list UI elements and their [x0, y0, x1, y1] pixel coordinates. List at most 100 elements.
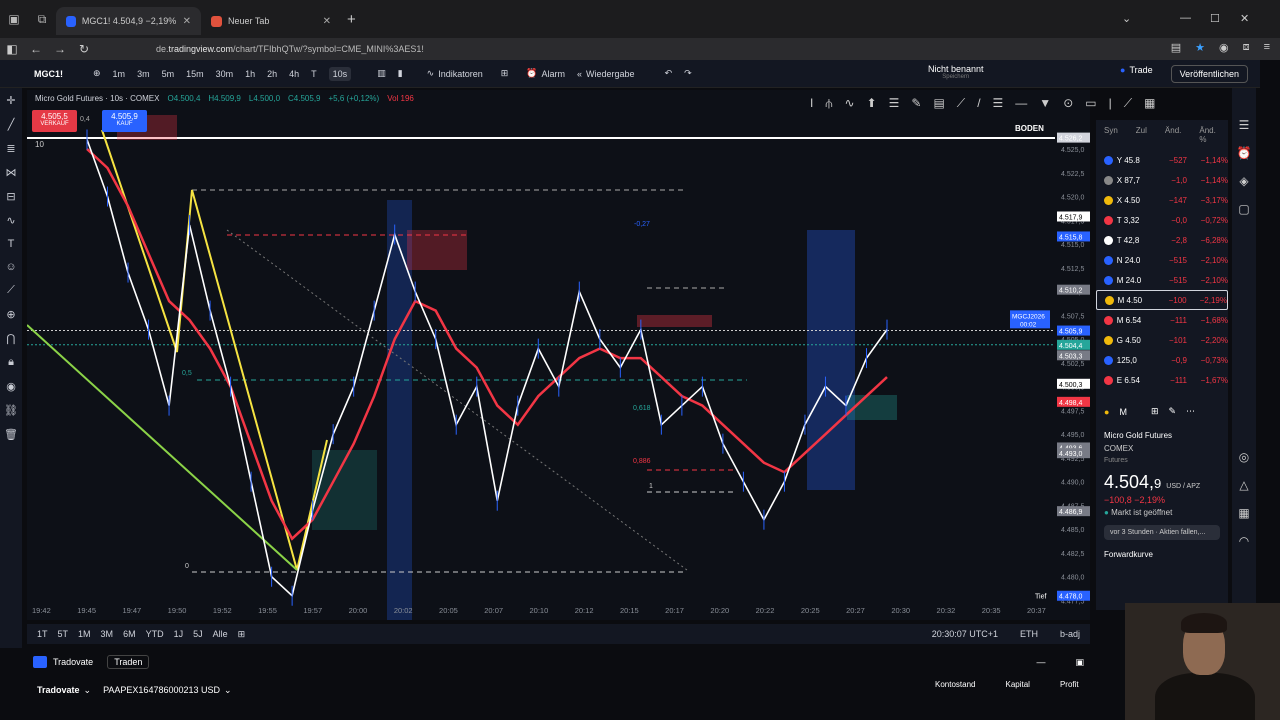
- account-chevron-icon[interactable]: ⌄: [224, 685, 232, 696]
- crosshair-icon[interactable]: ✛: [6, 94, 15, 107]
- menu-icon[interactable]: ≡: [1264, 41, 1270, 54]
- undo-icon[interactable]: ↶: [665, 68, 673, 79]
- templates-icon[interactable]: ⊞: [501, 68, 509, 79]
- ideas-icon[interactable]: △: [1239, 478, 1248, 492]
- text-icon[interactable]: T: [8, 238, 15, 250]
- watchlist-row[interactable]: 125,0 −0,9 −0,73%: [1096, 350, 1228, 370]
- detail-edit-icon[interactable]: ✎: [1168, 406, 1176, 417]
- interval-15m[interactable]: 15m: [186, 69, 204, 79]
- goto-date-icon[interactable]: ⊞: [238, 629, 246, 640]
- marker-icon[interactable]: ▼: [1039, 96, 1051, 111]
- reload-icon[interactable]: ↻: [72, 42, 96, 56]
- brush-icon[interactable]: ⟋: [957, 96, 965, 111]
- watchlist-row[interactable]: G 4.50 −101 −2,20%: [1096, 330, 1228, 350]
- text-cursor-icon[interactable]: I: [810, 96, 813, 111]
- pattern-icon[interactable]: ⋈: [6, 166, 17, 179]
- adjust-toggle[interactable]: b-adj: [1060, 629, 1080, 639]
- detail-name[interactable]: Micro Gold Futures: [1104, 431, 1220, 440]
- trade-button[interactable]: ● Trade: [1120, 65, 1153, 75]
- vline-icon[interactable]: |: [1109, 96, 1112, 111]
- range-5t[interactable]: 5T: [58, 629, 69, 639]
- fib-icon[interactable]: ≣: [6, 142, 15, 155]
- watchlist-icon[interactable]: ☰: [1239, 118, 1250, 132]
- range-3m[interactable]: 3M: [101, 629, 114, 639]
- measure-icon[interactable]: ⟋: [1124, 96, 1132, 111]
- candles-icon[interactable]: ▮: [398, 68, 403, 79]
- stream-icon[interactable]: ◠: [1239, 534, 1249, 548]
- range-1t[interactable]: 1T: [37, 629, 48, 639]
- indicators-button[interactable]: ∿ Indikatoren: [427, 68, 483, 79]
- layout-name[interactable]: Nicht benannt Speichern: [928, 64, 984, 80]
- clock-label[interactable]: 20:30:07 UTC+1: [932, 629, 998, 639]
- trash-icon[interactable]: 🗑︎: [4, 428, 18, 441]
- broker-dropdown[interactable]: Tradovate: [37, 685, 80, 695]
- browser-tab-inactive[interactable]: Neuer Tab ✕: [201, 7, 341, 35]
- extensions-icon[interactable]: ⧈: [1243, 41, 1250, 54]
- watchlist-row[interactable]: X 87,7 −1,0 −1,14%: [1096, 170, 1228, 190]
- interval-1m[interactable]: 1m: [113, 69, 126, 79]
- back-icon[interactable]: ←: [24, 42, 48, 56]
- watchlist-row[interactable]: X 4.50 −147 −3,17%: [1096, 190, 1228, 210]
- col-change[interactable]: Änd.: [1165, 126, 1181, 144]
- interval-30m[interactable]: 30m: [216, 69, 234, 79]
- range-5j[interactable]: 5J: [193, 629, 203, 639]
- pen-icon[interactable]: ✎: [911, 96, 921, 111]
- magnet-icon[interactable]: ⋂: [6, 332, 15, 345]
- interval-5m[interactable]: 5m: [162, 69, 175, 79]
- hline-icon[interactable]: ☰: [993, 96, 1004, 111]
- lock-icon[interactable]: 🔒︎: [8, 356, 14, 369]
- lines-icon[interactable]: ☰: [889, 96, 900, 111]
- col-last[interactable]: Zul: [1136, 126, 1147, 144]
- new-tab-icon[interactable]: +: [347, 11, 356, 28]
- quantity-control[interactable]: 10: [35, 140, 44, 149]
- interval-10s[interactable]: 10s: [328, 66, 352, 81]
- close-tab-icon[interactable]: ✕: [323, 16, 331, 27]
- watchlist-row[interactable]: M 4.50 −100 −2,19%: [1096, 290, 1228, 310]
- broker-chevron-icon[interactable]: ⌄: [84, 685, 92, 696]
- tab-actions-icon[interactable]: ⧉: [28, 5, 56, 33]
- maximize-icon[interactable]: ☐: [1210, 12, 1220, 25]
- col-symbol[interactable]: Syn: [1104, 126, 1118, 144]
- sidebar-toggle-icon[interactable]: ▣: [0, 5, 28, 33]
- chart-area[interactable]: 4.525,0 4.522,5 4.520,0 4.517,5 4.515,0 4.512…: [27, 90, 1090, 620]
- line-icon[interactable]: /: [977, 96, 980, 111]
- interval-4h[interactable]: 4h: [289, 69, 299, 79]
- zoom-icon[interactable]: ⊕: [6, 308, 15, 321]
- minimize-icon[interactable]: —: [1180, 12, 1191, 24]
- range-6m[interactable]: 6M: [123, 629, 136, 639]
- eye-icon[interactable]: ◉: [6, 380, 16, 393]
- alarm-button[interactable]: ⏰ Alarm: [526, 68, 565, 79]
- watchlist-row[interactable]: M 6.54 −111 −1,68%: [1096, 310, 1228, 330]
- list-icon[interactable]: ▤: [933, 96, 944, 111]
- range-1j[interactable]: 1J: [174, 629, 184, 639]
- sell-button[interactable]: 4.505,5 VERKAUF: [32, 110, 77, 132]
- target-icon[interactable]: ⊙: [1063, 96, 1073, 111]
- interval-2h[interactable]: 2h: [267, 69, 277, 79]
- interval-3m[interactable]: 3m: [137, 69, 150, 79]
- panel-icon[interactable]: ▦: [1144, 96, 1155, 111]
- price-chart[interactable]: 4.525,04.522,54.520,04.517,54.515,04.512…: [27, 90, 1090, 620]
- news-item[interactable]: vor 3 Stunden · Aktien fallen,...: [1104, 525, 1220, 540]
- symbol-search[interactable]: MGC1!: [34, 69, 63, 79]
- interval-1h[interactable]: 1h: [245, 69, 255, 79]
- range-ytd[interactable]: YTD: [146, 629, 164, 639]
- chart-type-icon[interactable]: ▥: [377, 68, 386, 79]
- url-field[interactable]: de.tradingview.com/chart/TFIbhQTw/?symbo…: [156, 44, 424, 54]
- alerts-icon[interactable]: ⏰: [1237, 146, 1252, 160]
- layers-icon[interactable]: ◈: [1239, 174, 1248, 188]
- ruler-icon[interactable]: ⟋: [7, 284, 15, 297]
- account-dropdown[interactable]: PAAPEX164786000213 USD: [103, 685, 220, 695]
- maximize-panel-icon[interactable]: ▣: [1075, 657, 1090, 668]
- col-change-pct[interactable]: Änd. %: [1199, 126, 1220, 144]
- minus-icon[interactable]: —: [1015, 96, 1027, 111]
- chat-icon[interactable]: ▢: [1238, 202, 1249, 216]
- interval-tick[interactable]: T: [311, 69, 317, 79]
- buy-button[interactable]: 4.505,9 KAUF: [102, 110, 147, 132]
- box-icon[interactable]: ▭: [1085, 96, 1096, 111]
- session-toggle[interactable]: ETH: [1020, 629, 1038, 639]
- arrow-up-icon[interactable]: ⬆: [867, 96, 877, 111]
- traden-button[interactable]: Traden: [107, 655, 150, 669]
- watchlist-row[interactable]: T 3,32 −0,0 −0,72%: [1096, 210, 1228, 230]
- favorite-star-icon[interactable]: ★: [1195, 41, 1205, 54]
- range-1m[interactable]: 1M: [78, 629, 91, 639]
